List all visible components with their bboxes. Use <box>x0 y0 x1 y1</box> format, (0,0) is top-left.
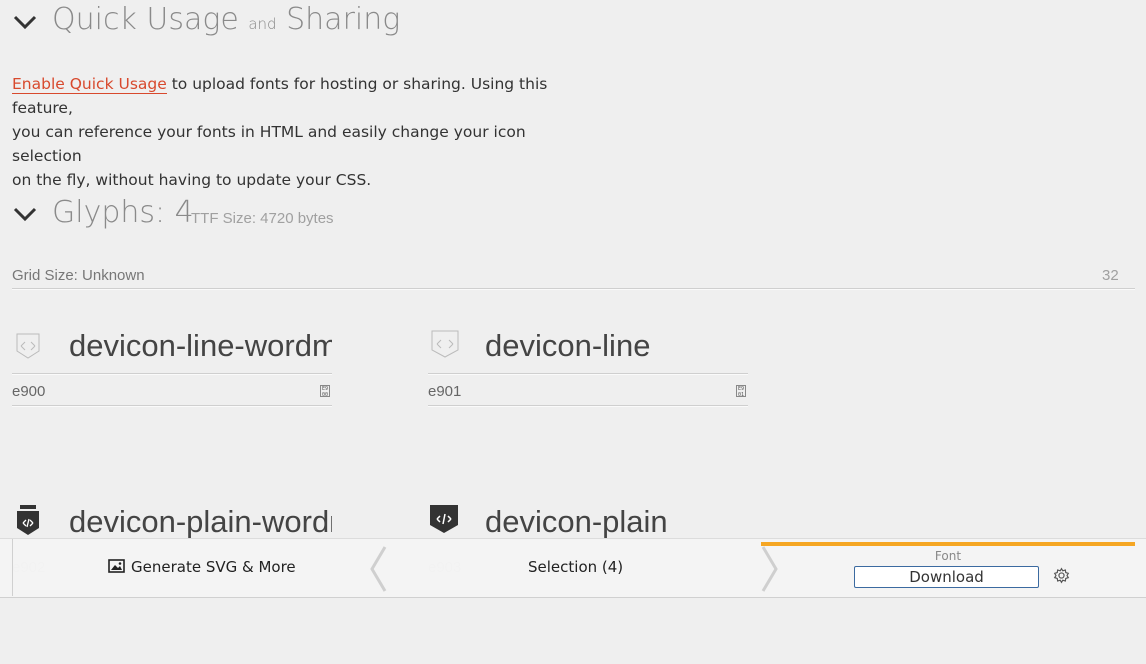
generate-svg-label: Generate SVG & More <box>131 558 296 576</box>
bottom-toolbar: Generate SVG & More Selection (4) Font D… <box>0 538 1146 598</box>
gear-icon[interactable] <box>1053 567 1070 584</box>
quick-usage-description: Enable Quick Usage to upload fonts for h… <box>12 75 548 189</box>
devicon-line-wordmark-icon <box>16 333 40 359</box>
copy-icon[interactable]: E9 01 <box>736 385 746 398</box>
glyph-divider <box>12 405 332 407</box>
font-tab[interactable]: Font Download <box>761 542 1135 595</box>
grid-size-label: Grid Size: Unknown <box>12 267 145 284</box>
glyph-name[interactable]: devicon-line-wordmark <box>69 328 332 364</box>
enable-quick-usage-link[interactable]: Enable Quick Usage <box>12 75 167 94</box>
glyph-item[interactable]: devicon-line-wordmark e900 E900 <box>12 326 332 410</box>
grid-size-value[interactable]: 32 <box>1102 267 1119 284</box>
glyph-item[interactable]: devicon-line e901 E9 01 <box>428 326 748 410</box>
copy-icon[interactable]: E9 00 <box>320 385 330 398</box>
glyph-code[interactable]: e901 <box>428 383 461 400</box>
quick-usage-heading: Quick Usage and Sharing <box>52 2 401 37</box>
glyph-name[interactable]: devicon-line <box>485 328 748 364</box>
glyphs-heading: Glyphs: 4 <box>52 195 194 230</box>
devicon-plain-wordmark-icon <box>17 505 39 535</box>
devicon-line-icon <box>431 330 459 358</box>
glyph-divider <box>428 373 748 375</box>
download-button[interactable]: Download <box>854 566 1039 588</box>
bar-edge <box>12 539 13 596</box>
generate-svg-button[interactable]: Generate SVG & More <box>108 558 296 576</box>
font-tab-label: Font <box>934 549 962 563</box>
chevron-left-icon[interactable] <box>368 545 388 593</box>
chevron-down-icon[interactable] <box>12 14 38 30</box>
glyph-name[interactable]: devicon-plain <box>485 504 748 540</box>
chevron-down-icon[interactable] <box>12 206 38 222</box>
glyph-code[interactable]: e900 <box>12 383 45 400</box>
glyph-name[interactable]: devicon-plain-wordmark <box>69 504 332 540</box>
devicon-plain-icon <box>430 505 458 533</box>
image-icon <box>108 559 125 573</box>
selection-button[interactable]: Selection (4) <box>528 558 623 576</box>
ttf-size: TTF Size: 4720 bytes <box>191 210 334 227</box>
glyph-divider <box>12 373 332 375</box>
grid-divider <box>12 288 1135 290</box>
glyph-divider <box>428 405 748 407</box>
